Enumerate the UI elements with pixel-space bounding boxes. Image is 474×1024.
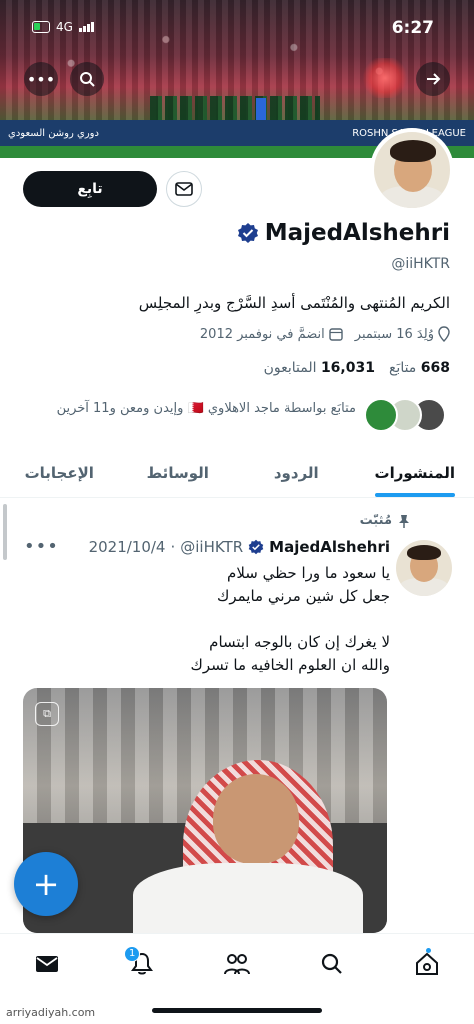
profile-avatar[interactable] <box>370 128 454 212</box>
pin-icon <box>399 514 409 528</box>
tab-replies[interactable]: الردود <box>237 448 356 497</box>
pinned-label: مُثبّت <box>359 513 392 528</box>
forward-button[interactable] <box>416 62 450 96</box>
tweet-line: والله ان العلوم الخافيه ما تسرك <box>190 656 390 674</box>
verified-icon <box>248 539 264 555</box>
profile-bio: الكريم المُنتهى والمُنْتَمى أسدِ السَّرْ… <box>138 294 450 312</box>
tab-media[interactable]: الوسائط <box>119 448 238 497</box>
follow-button[interactable]: تابِع <box>23 171 157 207</box>
tab-likes[interactable]: الإعجابات <box>0 448 119 497</box>
battery-icon <box>32 21 50 33</box>
search-icon <box>80 72 95 87</box>
search-icon <box>321 953 342 974</box>
message-button[interactable] <box>166 171 202 207</box>
network-label: 4G <box>56 20 73 34</box>
profile-tabs: المنشورات الردود الوسائط الإعجابات <box>0 448 474 498</box>
tweet-avatar-hair <box>407 545 441 560</box>
nav-messages[interactable] <box>27 944 67 984</box>
tweet-handle[interactable]: @iiHKTR <box>180 538 243 556</box>
tweet-date[interactable]: 2021/10/4 <box>89 538 166 556</box>
profile-name: MajedAlshehri <box>264 220 450 246</box>
mail-icon <box>175 182 193 196</box>
banner-flare <box>360 58 410 98</box>
banner-ad-left: دوري روشن السعودي <box>8 127 99 139</box>
profile-handle: @iiHKTR <box>391 256 450 272</box>
nav-communities[interactable] <box>217 944 257 984</box>
gif-icon: ⧉ <box>35 702 59 726</box>
more-icon: ••• <box>26 69 56 89</box>
birthday-item: وُلِدَ 16 سبتمبر <box>355 326 450 342</box>
nav-home[interactable] <box>407 944 447 984</box>
verified-icon <box>237 223 258 243</box>
tweet-header: 2021/10/4 · @iiHKTR MajedAlshehri <box>88 538 390 556</box>
home-indicator[interactable] <box>152 1008 322 1013</box>
messages-icon <box>36 955 59 972</box>
home-icon <box>415 952 438 975</box>
avatar-hair <box>390 140 436 162</box>
status-time: 6:27 <box>391 18 434 38</box>
location-icon <box>438 326 450 342</box>
tweet-avatar[interactable] <box>396 540 452 596</box>
profile-counts: 668 متابَع 16,031 المتابعون <box>264 360 450 376</box>
forward-arrow-icon <box>427 73 441 85</box>
nav-notifications[interactable]: 1 <box>122 944 162 984</box>
tweet-line: يا سعود ما ورا حظي سلام <box>227 564 390 582</box>
joined-item: انضمَّ في نوفمبر 2012 <box>200 327 343 342</box>
followers-count: 16,031 <box>320 360 375 376</box>
status-bar-left: 4G <box>32 20 94 34</box>
profile-meta: وُلِدَ 16 سبتمبر انضمَّ في نوفمبر 2012 <box>200 326 450 342</box>
tab-posts[interactable]: المنشورات <box>356 448 474 497</box>
communities-icon <box>223 953 250 974</box>
tweet-more-button[interactable]: ••• <box>24 536 59 557</box>
more-button[interactable]: ••• <box>24 62 58 96</box>
followers-count-link[interactable]: 16,031 المتابعون <box>264 360 375 376</box>
following-count: 668 <box>420 360 450 376</box>
signal-icon <box>78 22 94 32</box>
following-count-link[interactable]: 668 متابَع <box>389 360 450 376</box>
media-thobe <box>133 863 363 933</box>
tweet-text: يا سعود ما ورا حظي سلام جعل كل شين مرني … <box>30 562 390 677</box>
search-button[interactable] <box>70 62 104 96</box>
compose-button[interactable]: + <box>14 852 78 916</box>
calendar-icon <box>329 328 343 341</box>
plus-icon: + <box>32 865 60 903</box>
home-unread-dot <box>425 947 431 953</box>
tweet-author[interactable]: MajedAlshehri <box>269 538 390 556</box>
media-face <box>213 774 299 864</box>
followed-by-row[interactable]: متابَع بواسطة ماجد الاهلاوي 🇧🇭 وإيدن ومع… <box>24 398 450 434</box>
followed-by-avatars <box>364 398 450 434</box>
following-label: متابَع <box>388 360 417 376</box>
tweet-media[interactable]: ⧉ <box>23 688 387 933</box>
bottom-nav: 1 <box>0 933 474 993</box>
followed-by-text: متابَع بواسطة ماجد الاهلاوي 🇧🇭 وإيدن ومع… <box>56 401 356 416</box>
scroll-thumb[interactable] <box>3 504 7 560</box>
notification-badge: 1 <box>124 945 141 962</box>
watermark: arriyadiyah.com <box>6 1006 96 1019</box>
tweet-line: جعل كل شين مرني مايمرك <box>216 587 390 605</box>
followers-label: المتابعون <box>263 360 317 376</box>
profile-name-row: MajedAlshehri <box>237 220 450 246</box>
birthday-text: وُلِدَ 16 سبتمبر <box>354 326 434 342</box>
mini-avatar-1 <box>364 398 398 432</box>
nav-search[interactable] <box>312 944 352 984</box>
joined-text: انضمَّ في نوفمبر 2012 <box>199 326 325 342</box>
pinned-label-row: مُثبّت <box>360 513 410 528</box>
tweet-line: لا يغرك إن كان بالوجه ابتسام <box>209 633 390 651</box>
